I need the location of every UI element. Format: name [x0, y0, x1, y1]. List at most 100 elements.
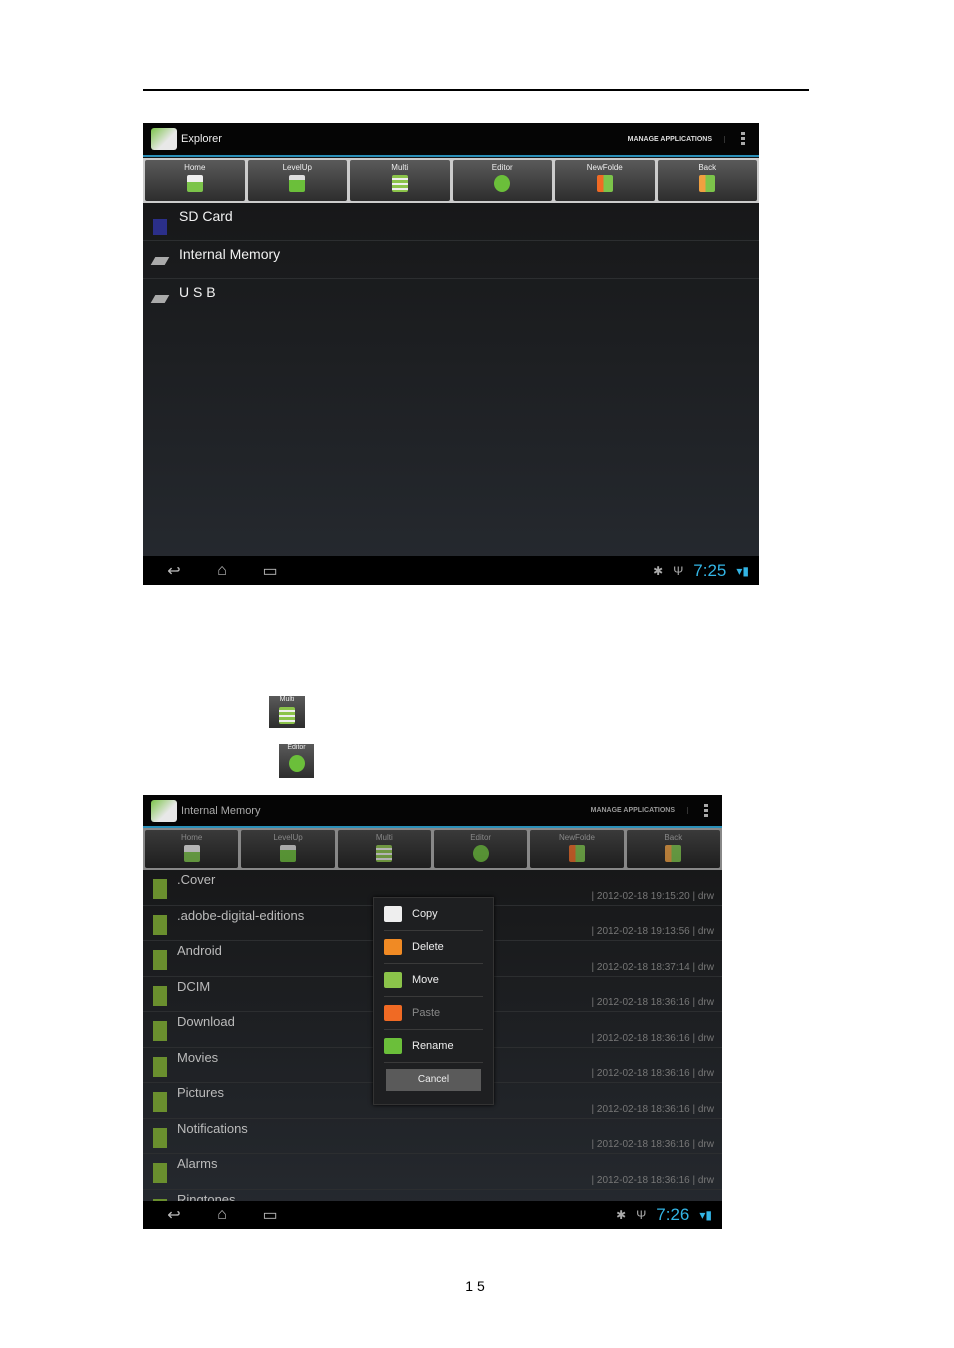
- menu-item-label: Move: [412, 974, 439, 986]
- back-nav-icon[interactable]: ↩: [157, 561, 191, 581]
- storage-label: Internal Memory: [179, 246, 281, 262]
- home-icon: [183, 845, 200, 862]
- folder-icon: [153, 985, 167, 1006]
- level-up-icon: [279, 845, 296, 862]
- back-button[interactable]: Back: [626, 830, 720, 868]
- debug-icon: ✱: [653, 563, 664, 578]
- storage-item[interactable]: Internal Memory: [143, 241, 759, 279]
- manage-applications-button[interactable]: MANAGE APPLICATIONS: [591, 807, 688, 814]
- back-nav-icon[interactable]: ↩: [157, 1205, 191, 1225]
- button-label: Back: [664, 833, 683, 842]
- move-icon: [384, 972, 402, 988]
- system-nav-bar: ↩ ⌂ ▭ ✱ Ψ 7:26 ▾▮: [143, 1201, 722, 1229]
- level-up-icon: [289, 175, 306, 192]
- app-title: Explorer: [181, 133, 222, 145]
- editor-icon: [494, 175, 511, 192]
- recent-apps-icon[interactable]: ▭: [253, 561, 287, 581]
- editor-button-icon: Editor: [279, 744, 314, 778]
- storage-item[interactable]: U S B: [143, 279, 759, 316]
- action-bar: Explorer MANAGE APPLICATIONS: [143, 123, 759, 157]
- file-name: Android: [177, 943, 222, 958]
- home-nav-icon[interactable]: ⌂: [205, 562, 239, 580]
- file-name: .adobe-digital-editions: [177, 907, 305, 923]
- file-name: .Cover: [177, 872, 216, 887]
- clock: 7:25: [693, 560, 727, 580]
- app-icon: [151, 799, 177, 822]
- recent-apps-icon[interactable]: ▭: [253, 1205, 287, 1225]
- file-name: Notifications: [177, 1120, 248, 1136]
- toolbar: Home LevelUp Multi Editor NewFolde Back: [143, 158, 759, 203]
- page-number: 15: [465, 1278, 489, 1294]
- button-label: Multi: [375, 833, 393, 842]
- file-name: Alarms: [177, 1156, 218, 1171]
- action-bar: Internal Memory MANAGE APPLICATIONS: [143, 795, 722, 828]
- screenshot-explorer: Explorer MANAGE APPLICATIONS Home LevelUp…: [143, 123, 759, 585]
- file-row[interactable]: Notifications | 2012-02-18 18:36:16 | drw: [143, 1119, 722, 1154]
- app-title: Internal Memory: [181, 804, 261, 817]
- editor-button[interactable]: Editor: [433, 830, 528, 868]
- editor-icon: [472, 845, 489, 862]
- menu-item-copy[interactable]: Copy: [384, 898, 483, 931]
- overflow-menu-icon[interactable]: [741, 132, 745, 146]
- menu-item-delete[interactable]: Delete: [384, 931, 483, 964]
- screenshot-internal-memory: Internal Memory MANAGE APPLICATIONS Home…: [143, 795, 722, 1229]
- home-icon: [186, 175, 203, 192]
- folder-icon: [153, 914, 167, 935]
- usb-icon: Ψ: [673, 563, 684, 578]
- file-meta: | 2012-02-18 19:15:20 | drw: [591, 890, 715, 902]
- drive-icon: [150, 295, 170, 303]
- clock: 7:26: [656, 1205, 690, 1224]
- folder-icon: [153, 879, 167, 899]
- file-meta: | 2012-02-18 18:36:16 | drw: [591, 997, 715, 1008]
- copy-icon: [384, 906, 402, 922]
- drive-icon: [150, 257, 170, 265]
- toolbar: Home LevelUp Multi Editor NewFolde Back: [143, 828, 722, 870]
- menu-item-rename[interactable]: Rename: [384, 1030, 483, 1063]
- editor-button[interactable]: Editor: [452, 160, 552, 201]
- cancel-button[interactable]: Cancel: [386, 1069, 481, 1091]
- level-up-button[interactable]: LevelUp: [241, 830, 335, 868]
- file-meta: | 2012-02-18 18:36:16 | drw: [591, 1139, 715, 1150]
- menu-item-label: Paste: [412, 1007, 441, 1019]
- button-label: LevelUp: [273, 833, 303, 842]
- multi-button[interactable]: Multi: [350, 160, 450, 201]
- home-button[interactable]: Home: [145, 830, 239, 868]
- back-button[interactable]: Back: [657, 160, 757, 201]
- home-button[interactable]: Home: [145, 160, 245, 201]
- file-name: Pictures: [177, 1085, 224, 1100]
- multi-button[interactable]: Multi: [337, 830, 431, 868]
- new-folder-button[interactable]: NewFolde: [555, 160, 655, 201]
- level-up-button[interactable]: LevelUp: [247, 160, 347, 201]
- button-label: LevelUp: [282, 163, 312, 172]
- home-nav-icon[interactable]: ⌂: [205, 1206, 239, 1224]
- menu-item-label: Delete: [412, 941, 444, 953]
- storage-item[interactable]: SD Card: [143, 203, 759, 241]
- storage-label: SD Card: [179, 208, 233, 224]
- file-meta: | 2012-02-18 18:36:16 | drw: [591, 1032, 715, 1044]
- back-icon: [699, 175, 716, 192]
- rename-icon: [384, 1038, 402, 1054]
- header-rule: [143, 89, 809, 91]
- sd-card-icon: [153, 219, 167, 235]
- button-label: Back: [698, 163, 717, 172]
- new-folder-button[interactable]: NewFolde: [530, 830, 624, 868]
- file-meta: | 2012-02-18 18:36:16 | drw: [591, 1174, 715, 1186]
- wifi-battery-icon: ▾▮: [699, 1208, 712, 1222]
- wifi-battery-icon: ▾▮: [736, 563, 749, 578]
- file-meta: | 2012-02-18 18:36:16 | drw: [591, 1103, 715, 1115]
- menu-item-label: Copy: [412, 908, 438, 920]
- button-label: NewFolde: [558, 833, 595, 842]
- file-name: Movies: [177, 1049, 219, 1065]
- manage-applications-button[interactable]: MANAGE APPLICATIONS: [628, 135, 725, 143]
- new-folder-icon: [568, 845, 585, 862]
- menu-item-paste[interactable]: Paste: [384, 997, 483, 1030]
- button-label: Editor: [470, 833, 492, 842]
- button-label: Editor: [491, 163, 513, 172]
- menu-item-move[interactable]: Move: [384, 964, 483, 997]
- debug-icon: ✱: [616, 1208, 627, 1222]
- button-label: Home: [184, 163, 206, 172]
- usb-icon: Ψ: [636, 1208, 647, 1222]
- button-label: NewFolde: [586, 163, 623, 172]
- overflow-menu-icon[interactable]: [704, 803, 708, 818]
- file-row[interactable]: Alarms | 2012-02-18 18:36:16 | drw: [143, 1154, 722, 1190]
